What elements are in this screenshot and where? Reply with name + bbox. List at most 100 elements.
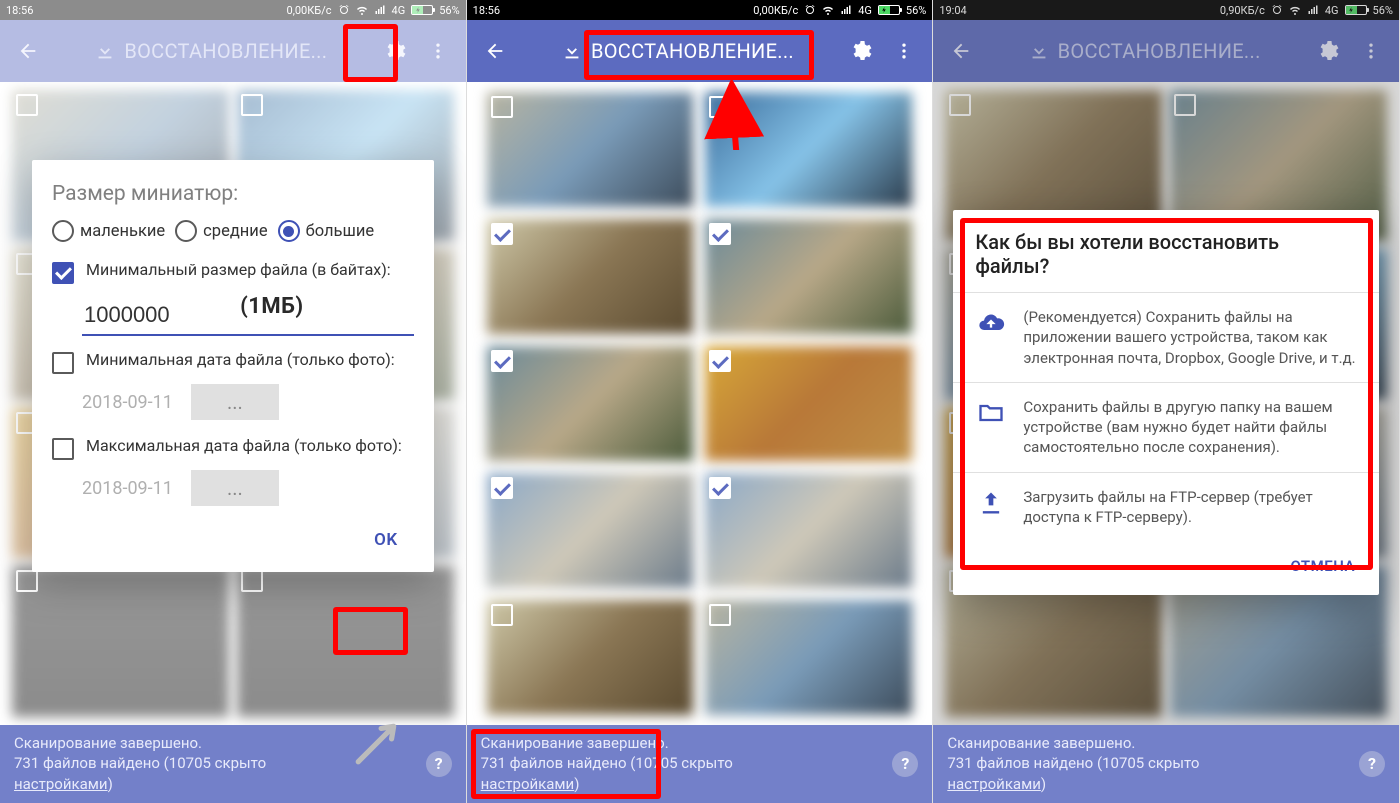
scan-count-text: 731 файлов найдено xyxy=(947,754,1093,772)
scan-done-text: Сканирование завершено. xyxy=(481,734,669,752)
back-arrow-icon xyxy=(17,40,39,62)
appbar-title[interactable]: ВОССТАНОВЛЕНИЕ... xyxy=(517,39,839,63)
status-carrier: 4G xyxy=(858,4,872,17)
upload-icon xyxy=(977,489,1005,517)
annotation-1mb: (1МБ) xyxy=(240,294,304,319)
thumb-item[interactable] xyxy=(237,566,454,717)
thumb-item[interactable] xyxy=(12,566,229,717)
android-statusbar: 19:04 0,90КБ/с 4G 56% xyxy=(933,0,1399,20)
scan-done-text: Сканирование завершено. xyxy=(14,734,202,752)
more-vert-icon xyxy=(1361,41,1381,61)
alarm-icon xyxy=(1271,4,1283,16)
appbar: ВОССТАНОВЛЕНИЕ... xyxy=(467,20,933,82)
back-button[interactable] xyxy=(473,29,517,73)
thumb-item[interactable] xyxy=(705,92,912,207)
status-carrier: 4G xyxy=(392,4,406,17)
appbar-title-text: ВОССТАНОВЛЕНИЕ... xyxy=(124,39,327,63)
status-time: 18:56 xyxy=(473,4,500,17)
back-arrow-icon xyxy=(950,40,972,62)
back-button[interactable] xyxy=(939,29,983,73)
appbar: ВОССТАНОВЛЕНИЕ... xyxy=(0,20,466,82)
restore-option-cloud[interactable]: (Рекомендуется) Сохранить файлы на прило… xyxy=(953,292,1379,382)
back-button[interactable] xyxy=(6,29,50,73)
scan-count-text: 731 файлов найдено xyxy=(481,754,627,772)
restore-option-ftp[interactable]: Загрузить файлы на FTP-сервер (требует д… xyxy=(953,472,1379,542)
ok-button[interactable]: OK xyxy=(358,522,414,558)
radio-small[interactable] xyxy=(52,220,74,242)
status-netspeed: 0,00КБ/с xyxy=(287,4,332,17)
folder-icon xyxy=(977,399,1005,427)
thumb-item[interactable] xyxy=(487,346,694,461)
screen-1: 18:56 0,00КБ/с 4G 56% ВОССТАНОВЛЕНИЕ... xyxy=(0,0,467,803)
signal-icon xyxy=(840,4,852,16)
thumb-item[interactable] xyxy=(487,473,694,588)
settings-button[interactable] xyxy=(372,29,416,73)
status-time: 19:04 xyxy=(939,4,966,17)
restore-option-folder[interactable]: Сохранить файлы в другую папку на вашем … xyxy=(953,382,1379,472)
overflow-button[interactable] xyxy=(416,29,460,73)
status-netspeed: 0,00КБ/с xyxy=(753,4,798,17)
gear-icon xyxy=(1315,39,1339,63)
settings-button[interactable] xyxy=(838,29,882,73)
photo-grid xyxy=(467,82,933,725)
status-battery-pct: 56% xyxy=(439,4,459,17)
thumb-item[interactable] xyxy=(487,600,694,715)
settings-button[interactable] xyxy=(1305,29,1349,73)
radio-medium[interactable] xyxy=(175,220,197,242)
download-icon xyxy=(1028,40,1050,62)
wifi-icon xyxy=(1289,4,1301,16)
more-vert-icon xyxy=(428,41,448,61)
battery-icon xyxy=(411,5,433,15)
scan-settings-link[interactable]: настройками xyxy=(14,775,108,793)
scan-count-text: 731 файлов найдено xyxy=(14,754,160,772)
checkbox-min-date[interactable] xyxy=(52,352,74,374)
scan-settings-link[interactable]: настройками xyxy=(947,775,1041,793)
battery-icon xyxy=(1345,5,1367,15)
thumb-item[interactable] xyxy=(487,219,694,334)
thumbnail-settings-dialog: Размер миниатюр: маленькие средние больш… xyxy=(32,160,434,572)
appbar: ВОССТАНОВЛЕНИЕ... xyxy=(933,20,1399,82)
download-icon xyxy=(561,40,583,62)
help-button[interactable]: ? xyxy=(426,751,452,777)
restore-options-dialog: Как бы вы хотели восстановить файлы? (Ре… xyxy=(953,210,1379,595)
scan-statusbar: Сканирование завершено. 731 файлов найде… xyxy=(0,725,466,803)
dialog-title: Размер миниатюр: xyxy=(52,182,414,206)
scan-settings-link[interactable]: настройками xyxy=(481,775,575,793)
back-arrow-icon xyxy=(484,40,506,62)
thumb-item[interactable] xyxy=(705,600,912,715)
wifi-icon xyxy=(822,4,834,16)
scan-statusbar: Сканирование завершено. 731 файлов найде… xyxy=(933,725,1399,803)
dialog-title: Как бы вы хотели восстановить файлы? xyxy=(953,210,1379,292)
radio-large[interactable] xyxy=(278,220,300,242)
min-date-picker-button[interactable]: ... xyxy=(191,384,279,420)
thumb-item[interactable] xyxy=(705,346,912,461)
cancel-button[interactable]: ОТМЕНА xyxy=(1276,549,1369,583)
appbar-title[interactable]: ВОССТАНОВЛЕНИЕ... xyxy=(50,39,372,63)
help-button[interactable]: ? xyxy=(892,751,918,777)
appbar-title-text: ВОССТАНОВЛЕНИЕ... xyxy=(1058,39,1261,63)
status-time: 18:56 xyxy=(6,4,33,17)
more-vert-icon xyxy=(894,41,914,61)
thumb-item[interactable] xyxy=(705,473,912,588)
screen-3: 19:04 0,90КБ/с 4G 56% ВОССТАНОВЛЕНИЕ... xyxy=(933,0,1400,803)
signal-icon xyxy=(374,4,386,16)
status-carrier: 4G xyxy=(1325,4,1339,17)
screen-2: 18:56 0,00КБ/с 4G 56% ВОССТАНОВЛЕНИЕ... xyxy=(467,0,934,803)
scan-statusbar: Сканирование завершено. 731 файлов найде… xyxy=(467,725,933,803)
android-statusbar: 18:56 0,00КБ/с 4G 56% xyxy=(467,0,933,20)
max-date-picker-button[interactable]: ... xyxy=(191,470,279,506)
status-netspeed: 0,90КБ/с xyxy=(1220,4,1265,17)
min-date-value: 2018-09-11 xyxy=(82,392,173,413)
overflow-button[interactable] xyxy=(882,29,926,73)
help-button[interactable]: ? xyxy=(1359,751,1385,777)
overflow-button[interactable] xyxy=(1349,29,1393,73)
checkbox-min-filesize[interactable] xyxy=(52,262,74,284)
thumb-item[interactable] xyxy=(487,92,694,207)
android-statusbar: 18:56 0,00КБ/с 4G 56% xyxy=(0,0,466,20)
appbar-title[interactable]: ВОССТАНОВЛЕНИЕ... xyxy=(983,39,1305,63)
checkbox-max-date[interactable] xyxy=(52,438,74,460)
max-date-value: 2018-09-11 xyxy=(82,478,173,499)
alarm-icon xyxy=(338,4,350,16)
thumb-item[interactable] xyxy=(705,219,912,334)
download-icon xyxy=(94,40,116,62)
